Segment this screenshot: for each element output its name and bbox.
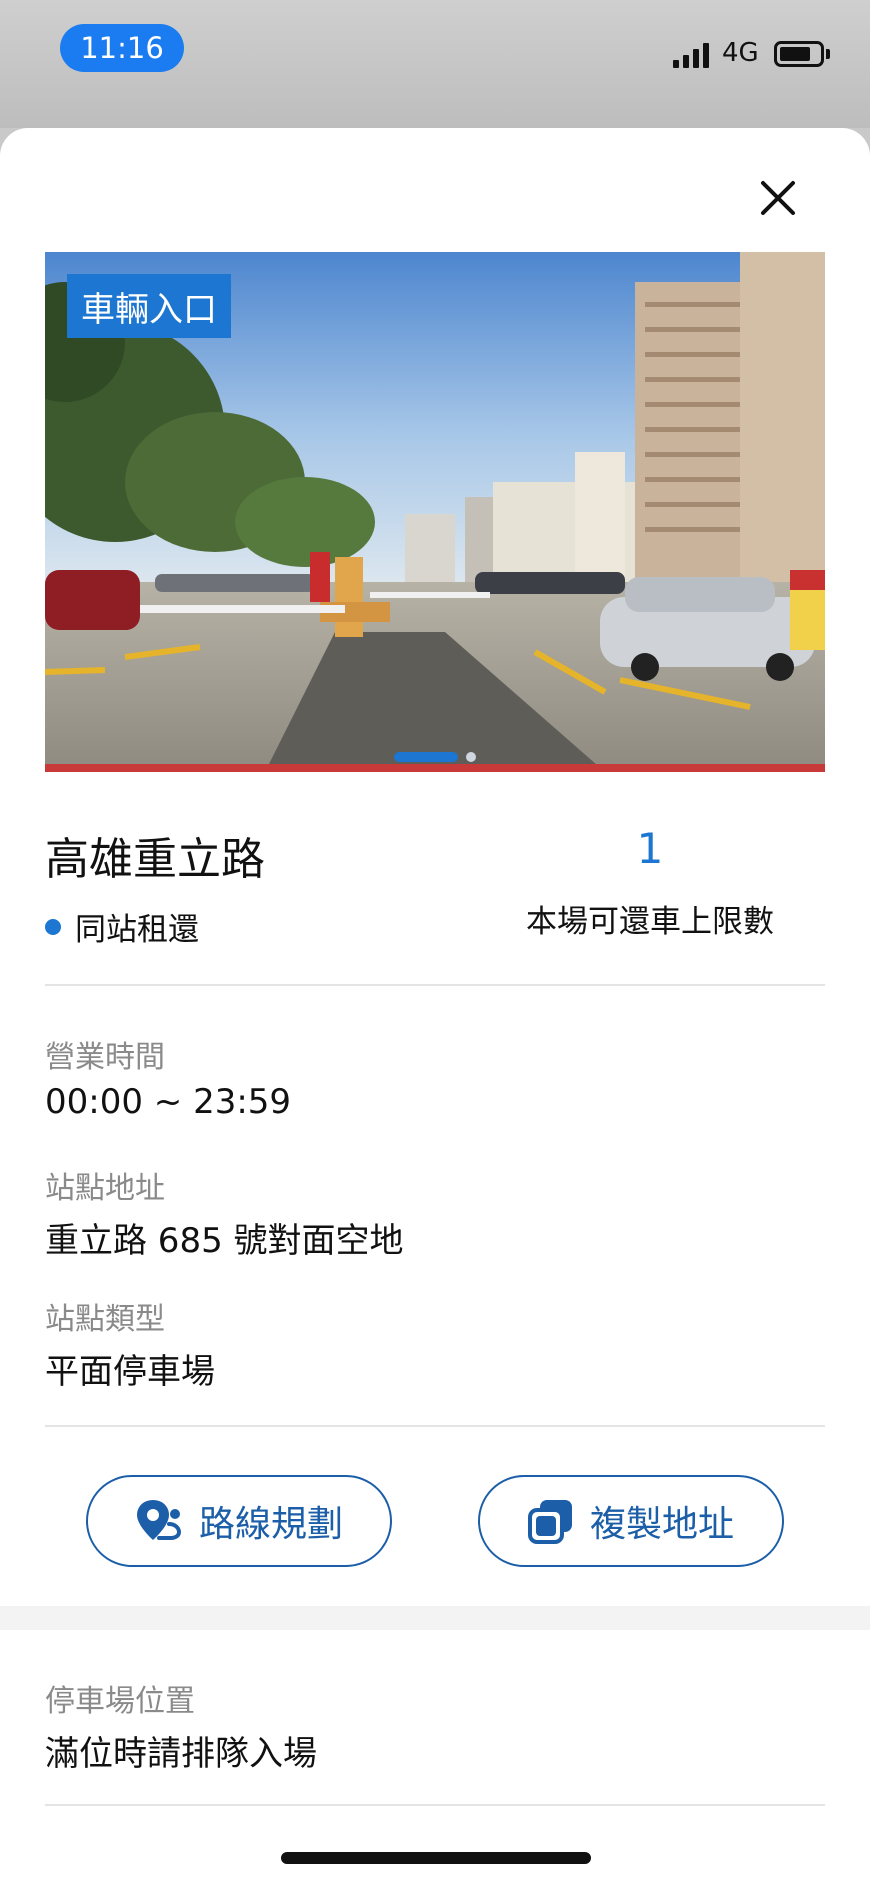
station-detail-sheet: 車輛入口 高雄重立路 同站租還 1 本場可還車上限數 營業時間 00:00 ~ … (0, 128, 870, 1883)
cellular-signal-icon (673, 42, 709, 68)
feature-label: 同站租還 (75, 912, 199, 948)
map-pin-route-icon (136, 1500, 181, 1540)
divider (45, 1804, 825, 1806)
photo-pager[interactable] (45, 752, 825, 762)
address-label: 站點地址 (45, 1171, 165, 1206)
parking-location-label: 停車場位置 (45, 1684, 195, 1719)
return-limit-label: 本場可還車上限數 (526, 904, 774, 940)
copy-address-button[interactable]: 複製地址 (478, 1475, 784, 1567)
status-time[interactable]: 11:16 (60, 24, 184, 72)
hours-value: 00:00 ~ 23:59 (45, 1082, 292, 1122)
copy-address-label: 複製地址 (589, 1504, 734, 1545)
section-separator (0, 1606, 870, 1630)
return-limit-value: 1 (636, 824, 664, 873)
station-feature: 同站租還 (45, 904, 199, 949)
station-type-label: 站點類型 (45, 1302, 165, 1337)
close-icon (761, 181, 795, 215)
home-indicator[interactable] (281, 1852, 591, 1864)
status-bar: 11:16 4G (0, 0, 870, 128)
station-type-value: 平面停車場 (45, 1352, 215, 1392)
parking-location-value: 滿位時請排隊入場 (45, 1734, 317, 1774)
feature-dot-icon (45, 918, 61, 935)
station-photo-carousel[interactable]: 車輛入口 (45, 252, 825, 772)
station-name: 高雄重立路 (45, 834, 265, 885)
address-value: 重立路 685 號對面空地 (45, 1221, 404, 1261)
hours-label: 營業時間 (45, 1040, 165, 1075)
route-planning-label: 路線規劃 (198, 1504, 343, 1545)
pager-dot[interactable] (466, 752, 476, 762)
divider (45, 1425, 825, 1427)
battery-icon (774, 41, 830, 67)
network-type: 4G (722, 38, 759, 68)
copy-icon (527, 1500, 572, 1544)
pager-dot-active[interactable] (394, 752, 458, 762)
route-planning-button[interactable]: 路線規劃 (86, 1475, 392, 1567)
photo-badge: 車輛入口 (67, 274, 231, 338)
close-button[interactable] (756, 176, 800, 220)
divider (45, 984, 825, 986)
